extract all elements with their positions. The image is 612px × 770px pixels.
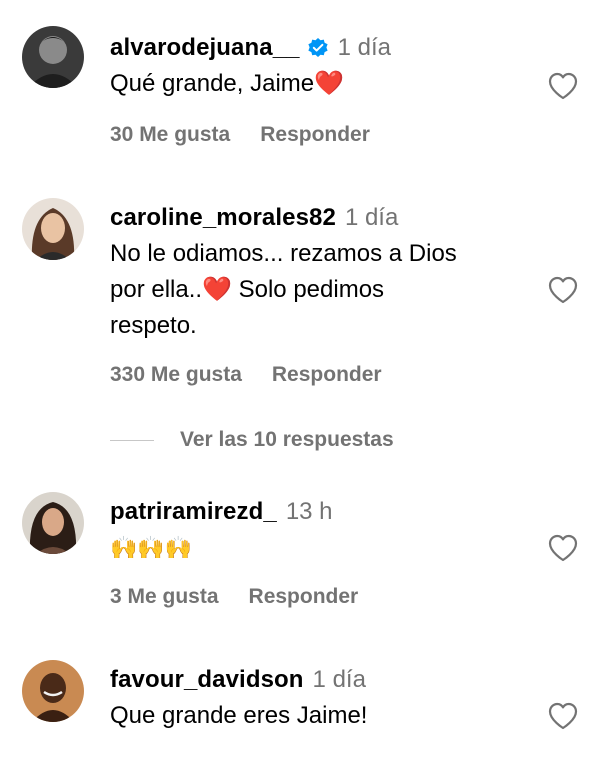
like-heart-icon[interactable]	[548, 276, 578, 304]
reply-button[interactable]: Responder	[272, 363, 382, 387]
comment-text-line: respeto.	[110, 312, 197, 339]
comment-time: 1 día	[344, 204, 399, 231]
likes-count[interactable]: 3 Me gusta	[110, 585, 219, 609]
comment-text-content: Qué grande, Jaime	[110, 70, 315, 97]
username[interactable]: favour_davidson	[110, 666, 304, 694]
avatar[interactable]	[22, 492, 84, 554]
comment-text-content: por ella..	[110, 276, 203, 303]
view-replies-label[interactable]: Ver las 10 respuestas	[180, 428, 394, 452]
avatar[interactable]	[22, 660, 84, 722]
username[interactable]: alvarodejuana__	[110, 34, 300, 62]
like-heart-icon[interactable]	[548, 702, 578, 730]
likes-count[interactable]: 330 Me gusta	[110, 363, 242, 387]
comment-text-content: Solo pedimos	[231, 276, 385, 303]
avatar[interactable]	[22, 198, 84, 260]
heart-emoji-icon: ❤️	[202, 276, 232, 303]
like-heart-icon[interactable]	[548, 72, 578, 100]
comment-text: Que grande eres Jaime!	[110, 702, 368, 729]
reply-button[interactable]: Responder	[249, 585, 359, 609]
username[interactable]: caroline_morales82	[110, 204, 336, 232]
view-replies-button[interactable]: Ver las 10 respuestas	[110, 428, 394, 452]
comment-text-line: por ella..❤️ Solo pedimos	[110, 272, 542, 308]
username[interactable]: patriramirezd_	[110, 498, 277, 526]
avatar[interactable]	[22, 26, 84, 88]
verified-badge-icon	[307, 37, 329, 59]
comment-time: 1 día	[337, 34, 391, 61]
likes-count[interactable]: 30 Me gusta	[110, 123, 230, 147]
comment-text: Qué grande, Jaime❤️	[110, 66, 542, 102]
comment-text-line: No le odiamos... rezamos a Dios	[110, 240, 457, 267]
heart-emoji-icon: ❤️	[314, 70, 345, 97]
comment-time: 13 h	[285, 498, 333, 525]
comment-time: 1 día	[312, 666, 366, 693]
replies-divider	[110, 439, 154, 441]
like-heart-icon[interactable]	[548, 534, 578, 562]
comment-text: 🙌🙌🙌	[110, 535, 193, 560]
reply-button[interactable]: Responder	[260, 123, 370, 147]
comment-text: No le odiamos... rezamos a Dios por ella…	[110, 236, 542, 344]
